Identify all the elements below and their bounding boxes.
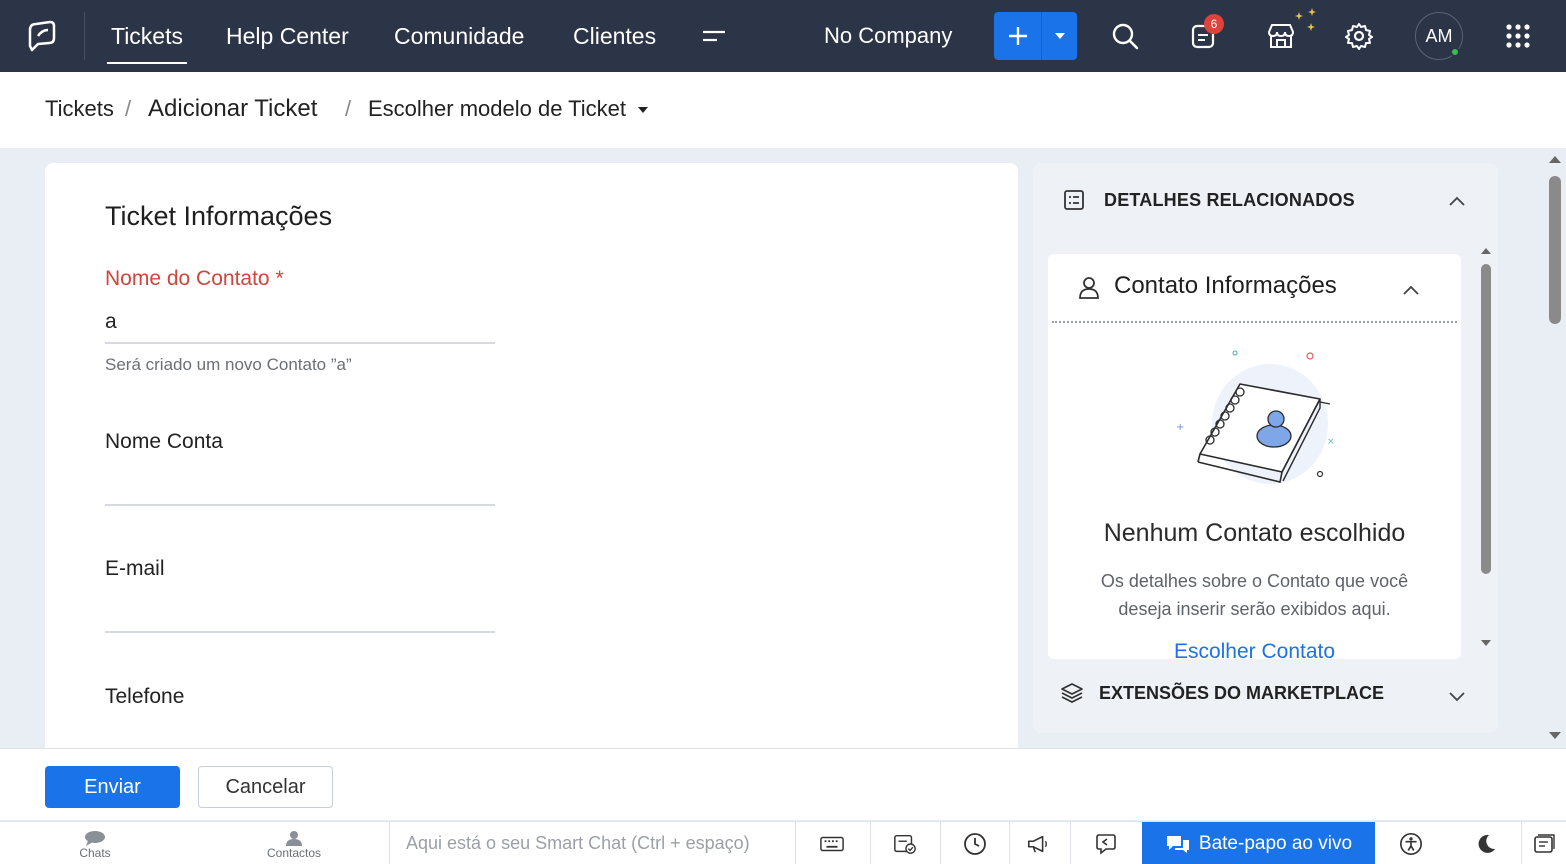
contact-name-label-text: Nome do Contato xyxy=(105,267,270,290)
divider xyxy=(1070,822,1071,864)
user-avatar[interactable]: AM xyxy=(1415,12,1463,60)
live-chat-label: Bate-papo ao vivo xyxy=(1198,832,1353,854)
app-logo-icon[interactable] xyxy=(22,16,62,56)
live-chat-button[interactable]: Bate-papo ao vivo xyxy=(1142,822,1375,864)
sparkle-icon xyxy=(1291,6,1321,36)
marketplace-extensions-header[interactable]: EXTENSÕES DO MARKETPLACE xyxy=(1033,659,1498,733)
contact-info-section: Contato Informações + × Nenhum Contato e… xyxy=(1048,254,1461,659)
apps-grid-icon[interactable] xyxy=(1500,18,1536,54)
chevron-up-icon[interactable] xyxy=(1449,193,1465,211)
required-mark: * xyxy=(275,267,284,290)
chevron-up-icon[interactable] xyxy=(1403,282,1419,300)
clock-icon[interactable] xyxy=(963,832,987,856)
svg-text:×: × xyxy=(1327,437,1335,447)
cancel-button[interactable]: Cancelar xyxy=(198,766,333,808)
divider xyxy=(1521,822,1522,864)
reply-chat-icon[interactable] xyxy=(1094,832,1118,856)
chats-tab[interactable]: Chats xyxy=(55,822,135,864)
divider xyxy=(940,822,941,864)
nav-tab-tickets[interactable]: Tickets xyxy=(107,0,187,72)
ticket-form-card: Ticket Informações Nome do Contato * a S… xyxy=(45,163,1018,763)
email-label: E-mail xyxy=(105,557,165,580)
nav-divider xyxy=(84,12,85,60)
empty-contact-illustration-icon: + × xyxy=(1170,344,1340,494)
person-icon xyxy=(1078,276,1100,305)
contact-info-title: Contato Informações xyxy=(1114,272,1337,299)
panel-scrollbar[interactable] xyxy=(1478,246,1494,656)
more-menu-icon[interactable] xyxy=(696,18,732,54)
accessibility-icon[interactable] xyxy=(1399,832,1423,856)
layers-icon xyxy=(1060,681,1084,710)
account-name-input[interactable] xyxy=(105,466,495,506)
breadcrumb-separator: / xyxy=(345,96,352,121)
smart-chat-input[interactable]: Aqui está o seu Smart Chat (Ctrl + espaç… xyxy=(406,833,750,854)
online-status-dot xyxy=(1450,47,1460,57)
caret-down-icon xyxy=(638,107,649,114)
search-icon[interactable] xyxy=(1107,18,1143,54)
related-details-title: DETALHES RELACIONADOS xyxy=(1104,190,1355,210)
chat-history-icon[interactable] xyxy=(1532,832,1556,856)
empty-state-title: Nenhum Contato escolhido xyxy=(1103,519,1406,547)
divider xyxy=(870,822,871,864)
contacts-label: Contactos xyxy=(266,846,322,860)
announcement-megaphone-icon[interactable] xyxy=(1026,832,1050,856)
chat-bubble-icon xyxy=(85,831,105,846)
live-chat-icon xyxy=(1166,835,1189,853)
avatar-initials: AM xyxy=(1425,25,1453,46)
nav-tab-help-center[interactable]: Help Center xyxy=(226,0,349,72)
dark-mode-moon-icon[interactable] xyxy=(1474,832,1498,856)
top-navigation: Tickets Help Center Comunidade Clientes … xyxy=(0,0,1566,72)
nav-tab-comunidade[interactable]: Comunidade xyxy=(394,0,524,72)
divider xyxy=(795,822,796,864)
caret-down-icon[interactable] xyxy=(1042,12,1077,60)
contact-name-label: Nome do Contato * xyxy=(105,267,284,291)
notification-badge: 6 xyxy=(1204,14,1224,34)
marketplace-extensions-title: EXTENSÕES DO MARKETPLACE xyxy=(1099,683,1385,703)
breadcrumb-current: Adicionar Ticket xyxy=(148,95,318,122)
plus-icon[interactable] xyxy=(994,12,1042,60)
submit-button[interactable]: Enviar xyxy=(45,766,180,808)
template-selector[interactable]: Escolher modelo de Ticket xyxy=(368,96,649,122)
details-list-icon xyxy=(1063,189,1085,216)
keyboard-icon[interactable] xyxy=(820,832,844,856)
company-selector[interactable]: No Company xyxy=(824,0,952,72)
add-new-button[interactable] xyxy=(994,12,1077,60)
nav-tab-clientes[interactable]: Clientes xyxy=(573,0,656,72)
breadcrumb-tickets[interactable]: Tickets xyxy=(45,96,114,122)
settings-gear-icon[interactable] xyxy=(1341,18,1377,54)
divider xyxy=(1009,822,1010,864)
form-title: Ticket Informações xyxy=(105,201,333,231)
account-name-label: Nome Conta xyxy=(105,430,223,453)
choose-contact-link[interactable]: Escolher Contato xyxy=(1048,640,1461,659)
page-scrollbar[interactable] xyxy=(1545,148,1566,748)
contact-hint: Será criado um novo Contato ”a” xyxy=(105,355,352,374)
chats-label: Chats xyxy=(79,846,111,860)
bottom-status-bar: Chats Contactos Aqui está o seu Smart Ch… xyxy=(0,821,1566,864)
tasks-check-icon[interactable] xyxy=(893,832,917,856)
template-selector-label: Escolher modelo de Ticket xyxy=(368,96,627,121)
empty-state-description: Os detalhes sobre o Contato que você des… xyxy=(1100,571,1409,619)
related-details-panel: DETALHES RELACIONADOS Contato Informaçõe… xyxy=(1033,163,1498,733)
breadcrumb-separator: / xyxy=(125,96,132,121)
phone-label: Telefone xyxy=(105,685,185,708)
divider xyxy=(389,822,390,864)
contact-name-input[interactable]: a xyxy=(105,304,495,344)
breadcrumb: Tickets / Adicionar Ticket / Escolher mo… xyxy=(0,72,1566,148)
contacts-tab[interactable]: Contactos xyxy=(254,822,334,864)
svg-text:+: + xyxy=(1176,422,1184,433)
email-input[interactable] xyxy=(105,593,495,633)
form-action-bar: Enviar Cancelar xyxy=(0,748,1566,820)
contact-person-icon xyxy=(286,831,302,846)
related-details-header[interactable]: DETALHES RELACIONADOS xyxy=(1033,163,1498,238)
chevron-down-icon[interactable] xyxy=(1449,689,1465,707)
section-divider xyxy=(1052,321,1457,323)
